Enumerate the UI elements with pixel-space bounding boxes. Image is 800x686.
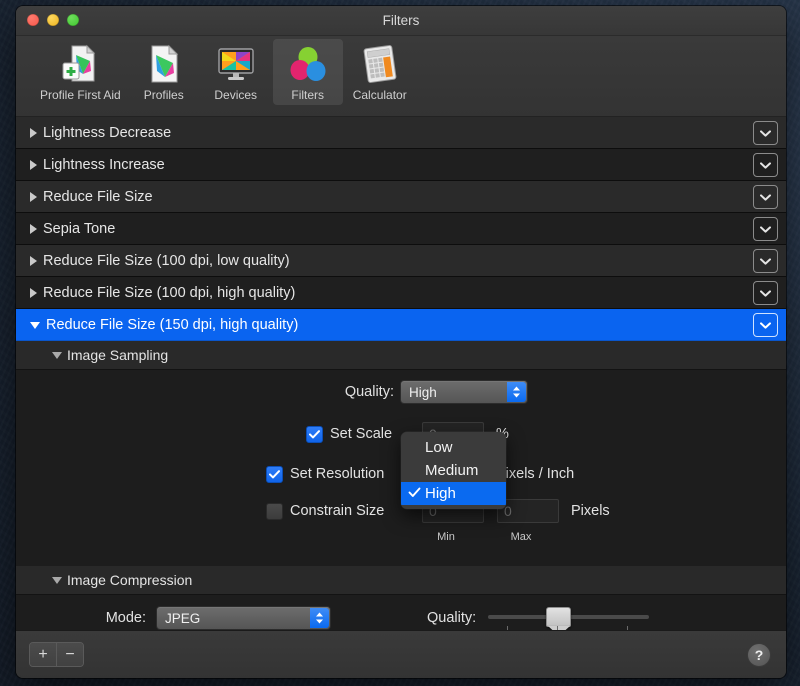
chevron-down-icon[interactable]	[753, 121, 778, 145]
constrain-size-checkbox[interactable]	[266, 503, 283, 520]
toolbar-item-profile-first-aid[interactable]: Profile First Aid	[34, 39, 127, 105]
filter-row-reduce-file-size-100-high[interactable]: Reduce File Size (100 dpi, high quality)	[16, 277, 786, 309]
disclosure-triangle-icon[interactable]	[30, 288, 37, 298]
toolbar-item-label: Filters	[291, 88, 324, 102]
disclosure-triangle-icon[interactable]	[30, 256, 37, 266]
constrain-size-unit: Pixels	[571, 503, 610, 519]
up-down-arrows-icon	[507, 382, 526, 402]
filter-row-label: Lightness Decrease	[43, 125, 171, 141]
quality-label: Quality:	[16, 384, 394, 400]
filter-row-label: Reduce File Size (100 dpi, high quality)	[43, 285, 295, 301]
menu-item-label: High	[425, 485, 456, 502]
up-down-arrows-icon	[310, 608, 329, 628]
slider-knob[interactable]	[546, 607, 571, 627]
filter-row-label: Lightness Increase	[43, 157, 165, 173]
constrain-size-label: Constrain Size	[290, 503, 410, 519]
checkmark-icon	[269, 470, 280, 479]
disclosure-triangle-icon[interactable]	[30, 192, 37, 202]
set-scale-checkbox[interactable]	[306, 426, 323, 443]
quality-row: Quality: High	[16, 370, 786, 414]
toolbar-item-label: Devices	[214, 88, 257, 102]
disclosure-triangle-icon[interactable]	[30, 160, 37, 170]
chevron-down-icon[interactable]	[753, 185, 778, 209]
filter-row-lightness-decrease[interactable]: Lightness Decrease	[16, 117, 786, 149]
minimize-button[interactable]	[47, 14, 59, 26]
filter-row-label: Reduce File Size	[43, 189, 153, 205]
set-resolution-checkbox[interactable]	[266, 466, 283, 483]
filter-row-reduce-file-size-150-high[interactable]: Reduce File Size (150 dpi, high quality)	[16, 309, 786, 341]
section-header-image-sampling[interactable]: Image Sampling	[16, 341, 786, 370]
set-resolution-unit: Pixels / Inch	[496, 466, 574, 482]
profile-first-aid-icon	[59, 43, 101, 85]
menu-item-medium[interactable]: Medium	[401, 459, 506, 482]
quality-popup-value: High	[409, 385, 437, 400]
compression-mode-row: Mode: JPEG Quality:	[16, 595, 786, 630]
profiles-icon	[143, 43, 185, 85]
toolbar-item-devices[interactable]: Devices	[201, 39, 271, 105]
section-title: Image Compression	[67, 572, 192, 588]
calculator-icon	[359, 43, 401, 85]
compression-quality-label: Quality:	[427, 610, 476, 626]
window-title: Filters	[16, 6, 786, 35]
mode-popup-button[interactable]: JPEG	[156, 606, 331, 630]
remove-filter-button[interactable]: −	[56, 643, 83, 666]
filter-row-label: Sepia Tone	[43, 221, 115, 237]
filter-row-label: Reduce File Size (100 dpi, low quality)	[43, 253, 290, 269]
filters-icon	[287, 43, 329, 85]
window-titlebar: Filters	[16, 6, 786, 36]
toolbar-item-label: Profile First Aid	[40, 88, 121, 102]
toolbar-item-filters[interactable]: Filters	[273, 39, 343, 105]
set-resolution-label: Set Resolution	[290, 466, 410, 482]
quality-popup-button[interactable]: High	[400, 380, 528, 404]
bottom-toolbar: + − ?	[16, 630, 786, 678]
devices-icon	[215, 43, 257, 85]
min-caption: Min	[415, 531, 477, 543]
menu-item-label: Low	[425, 439, 453, 456]
quality-dropdown-menu[interactable]: Low Medium High	[401, 432, 506, 509]
section-title: Image Sampling	[67, 347, 168, 363]
disclosure-triangle-icon[interactable]	[30, 128, 37, 138]
disclosure-triangle-icon[interactable]	[52, 577, 62, 584]
chevron-down-icon[interactable]	[753, 313, 778, 337]
checkmark-icon	[309, 430, 320, 439]
chevron-down-icon[interactable]	[753, 281, 778, 305]
toolbar-item-calculator[interactable]: Calculator	[345, 39, 415, 105]
set-scale-label: Set Scale	[330, 426, 410, 442]
checkmark-icon	[408, 486, 421, 503]
chevron-down-icon[interactable]	[753, 153, 778, 177]
add-remove-segmented-control: + −	[29, 642, 84, 667]
toolbar-item-label: Calculator	[353, 88, 407, 102]
filters-window: Filters Profile First Aid	[16, 6, 786, 678]
add-filter-button[interactable]: +	[30, 643, 56, 666]
toolbar-item-label: Profiles	[144, 88, 184, 102]
filters-content: Lightness Decrease Lightness Increase Re…	[16, 117, 786, 630]
filter-row-reduce-file-size[interactable]: Reduce File Size	[16, 181, 786, 213]
disclosure-triangle-icon[interactable]	[30, 322, 40, 329]
zoom-button[interactable]	[67, 14, 79, 26]
menu-item-low[interactable]: Low	[401, 436, 506, 459]
section-header-image-compression[interactable]: Image Compression	[16, 566, 786, 595]
mode-popup-value: JPEG	[165, 611, 200, 626]
toolbar-item-profiles[interactable]: Profiles	[129, 39, 199, 105]
help-button[interactable]: ?	[747, 643, 771, 667]
compression-quality-slider[interactable]	[488, 605, 649, 630]
filter-row-label: Reduce File Size (150 dpi, high quality)	[46, 317, 298, 333]
toolbar: Profile First Aid Profiles	[16, 36, 786, 117]
min-max-captions: Min Max	[16, 528, 786, 546]
filter-row-reduce-file-size-100-low[interactable]: Reduce File Size (100 dpi, low quality)	[16, 245, 786, 277]
constrain-size-max-input[interactable]: 0	[497, 499, 559, 523]
max-caption: Max	[490, 531, 552, 543]
filter-row-lightness-increase[interactable]: Lightness Increase	[16, 149, 786, 181]
close-button[interactable]	[27, 14, 39, 26]
disclosure-triangle-icon[interactable]	[30, 224, 37, 234]
menu-item-label: Medium	[425, 462, 478, 479]
mode-label: Mode:	[16, 610, 146, 626]
traffic-light-group	[27, 14, 79, 26]
disclosure-triangle-icon[interactable]	[52, 352, 62, 359]
filter-row-sepia-tone[interactable]: Sepia Tone	[16, 213, 786, 245]
chevron-down-icon[interactable]	[753, 217, 778, 241]
menu-item-high[interactable]: High	[401, 482, 506, 505]
chevron-down-icon[interactable]	[753, 249, 778, 273]
